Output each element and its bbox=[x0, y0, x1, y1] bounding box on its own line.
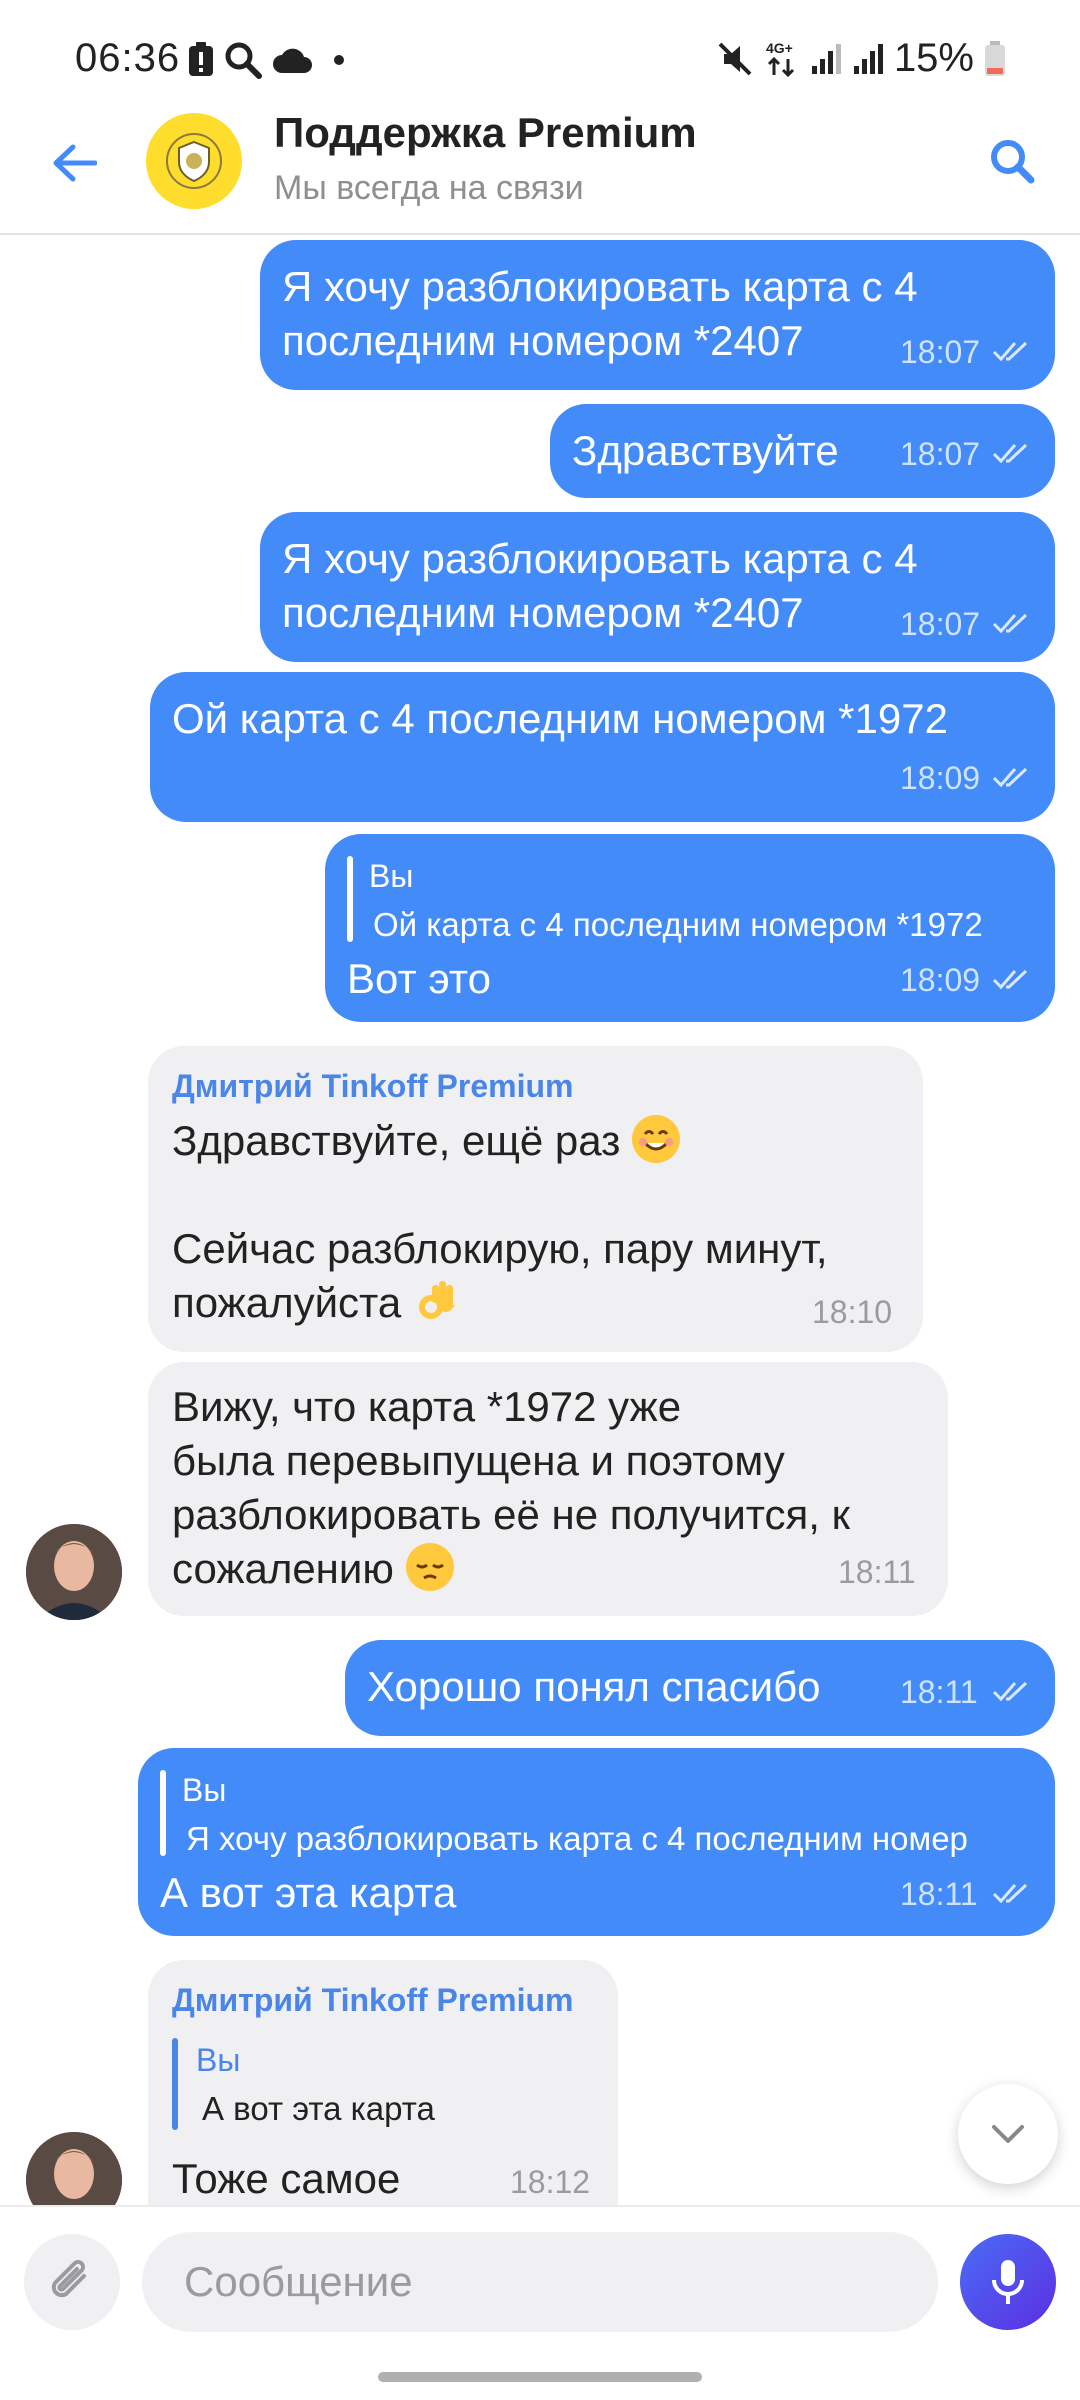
sender-name: Дмитрий Tinkoff Premium bbox=[172, 1982, 574, 2018]
message-text: Сейчас разблокирую, пару минут, bbox=[172, 1225, 828, 1272]
search-icon bbox=[225, 42, 262, 79]
scroll-to-bottom-button[interactable] bbox=[958, 2084, 1058, 2184]
message-time: 18:11 bbox=[900, 1876, 978, 1912]
chevron-down-icon bbox=[992, 2125, 1024, 2143]
status-time: 06:36 bbox=[75, 36, 181, 80]
sender-name: Дмитрий Tinkoff Premium bbox=[172, 1068, 574, 1104]
quote-bar bbox=[160, 1770, 166, 1856]
message-outgoing[interactable]: Хорошо понял спасибо 18:11 bbox=[345, 1640, 1055, 1736]
message-outgoing[interactable]: Я хочу разблокировать карта с 4 последни… bbox=[260, 512, 1055, 662]
message-incoming[interactable]: Дмитрий Tinkoff Premium Здравствуйте, ещ… bbox=[148, 1046, 923, 1352]
message-time: 18:10 bbox=[812, 1294, 893, 1330]
double-check-icon bbox=[992, 969, 1028, 990]
network-icon: 4G+ bbox=[766, 40, 794, 77]
pensive-face-emoji-icon bbox=[405, 1543, 454, 1591]
message-text: сожалению bbox=[172, 1542, 454, 1596]
message-time: 18:11 bbox=[900, 1674, 978, 1710]
double-check-icon bbox=[992, 613, 1028, 634]
chat-header: Поддержка Premium Мы всегда на связи bbox=[0, 105, 1080, 235]
battery-percent: 15% bbox=[893, 36, 974, 80]
status-bar: 06:36 4G+ 15% bbox=[0, 0, 1080, 120]
smiling-face-emoji-icon bbox=[632, 1115, 681, 1163]
shield-logo-icon bbox=[166, 133, 222, 189]
double-check-icon bbox=[992, 341, 1028, 362]
message-incoming-reply[interactable]: Дмитрий Tinkoff Premium Вы А вот эта кар… bbox=[148, 1960, 618, 2240]
message-input[interactable] bbox=[142, 2232, 938, 2332]
battery-icon bbox=[985, 40, 1005, 76]
message-text: Здравствуйте, ещё раз bbox=[172, 1114, 681, 1168]
message-text: Тоже самое bbox=[172, 2155, 401, 2202]
quote-bar bbox=[347, 856, 353, 942]
message-time: 18:11 bbox=[838, 1554, 916, 1590]
agent-avatar[interactable] bbox=[26, 1524, 122, 1620]
chat-title: Поддержка Premium bbox=[274, 109, 697, 156]
person-avatar-icon bbox=[26, 1524, 122, 1620]
message-text-line: сожалению bbox=[172, 1545, 394, 1592]
quote-author: Вы bbox=[196, 2042, 241, 2078]
message-text: Вот это bbox=[347, 955, 491, 1002]
message-text: Я хочу разблокировать карта с 4 bbox=[282, 263, 918, 310]
mute-icon bbox=[718, 42, 752, 75]
dot-icon bbox=[334, 55, 344, 65]
message-outgoing-reply[interactable]: Вы Ой карта с 4 последним номером *1972 … bbox=[325, 834, 1055, 1022]
message-time: 18:07 bbox=[900, 436, 981, 472]
message-text: Ой карта с 4 последним номером *1972 bbox=[172, 695, 948, 742]
message-text: пожалуйста bbox=[172, 1276, 461, 1330]
message-time: 18:07 bbox=[900, 606, 981, 642]
status-icons-left bbox=[188, 40, 354, 80]
message-outgoing-reply[interactable]: Вы Я хочу разблокировать карта с 4 после… bbox=[138, 1748, 1055, 1936]
message-time: 18:09 bbox=[900, 760, 981, 796]
message-outgoing[interactable]: Здравствуйте 18:07 bbox=[550, 404, 1055, 498]
message-time: 18:09 bbox=[900, 962, 981, 998]
message-text: Вижу, что карта *1972 уже bbox=[172, 1383, 682, 1430]
search-button[interactable] bbox=[982, 131, 1042, 191]
quote-text: Ой карта с 4 последним номером *1972 bbox=[373, 906, 983, 943]
double-check-icon bbox=[992, 443, 1028, 464]
status-icons-right: 4G+ 15% bbox=[716, 36, 1006, 81]
message-outgoing[interactable]: Ой карта с 4 последним номером *1972 18:… bbox=[150, 672, 1055, 822]
quote-author: Вы bbox=[369, 858, 414, 894]
back-button[interactable] bbox=[46, 135, 102, 191]
home-indicator[interactable] bbox=[378, 2372, 702, 2382]
message-text: Здравствуйте bbox=[572, 427, 839, 474]
message-text: была перевыпущена и поэтому bbox=[172, 1437, 785, 1484]
message-time: 18:07 bbox=[900, 334, 981, 370]
signal-icon bbox=[811, 43, 841, 74]
message-text: Хорошо понял спасибо bbox=[367, 1663, 821, 1710]
signal-icon bbox=[853, 43, 883, 74]
message-text-line: Здравствуйте, ещё раз bbox=[172, 1117, 621, 1164]
message-time: 18:12 bbox=[510, 2164, 591, 2200]
double-check-icon bbox=[992, 767, 1028, 788]
arrow-left-icon bbox=[53, 144, 97, 182]
microphone-icon bbox=[992, 2260, 1024, 2304]
message-outgoing[interactable]: Я хочу разблокировать карта с 4 последни… bbox=[260, 240, 1055, 390]
double-check-icon bbox=[992, 1883, 1028, 1904]
search-icon bbox=[991, 140, 1035, 184]
message-text: А вот эта карта bbox=[160, 1869, 457, 1916]
message-text: последним номером *2407 bbox=[282, 589, 804, 636]
quote-bar bbox=[172, 2038, 178, 2130]
message-text: Я хочу разблокировать карта с 4 bbox=[282, 535, 918, 582]
bank-logo-avatar[interactable] bbox=[146, 113, 242, 209]
svg-text:4G+: 4G+ bbox=[766, 40, 793, 56]
message-text: последним номером *2407 bbox=[282, 317, 804, 364]
double-check-icon bbox=[992, 1681, 1028, 1702]
message-incoming[interactable]: Вижу, что карта *1972 уже была перевыпущ… bbox=[148, 1362, 948, 1616]
cloud-icon bbox=[273, 48, 312, 73]
quote-text: А вот эта карта bbox=[202, 2090, 435, 2127]
message-text-line: пожалуйста bbox=[172, 1279, 402, 1326]
paperclip-icon bbox=[51, 2260, 86, 2298]
attach-button[interactable] bbox=[24, 2234, 120, 2330]
chat-subtitle: Мы всегда на связи bbox=[274, 169, 584, 207]
quote-text: Я хочу разблокировать карта с 4 последни… bbox=[186, 1820, 968, 1857]
alert-icon bbox=[189, 42, 213, 76]
message-text: разблокировать её не получится, к bbox=[172, 1491, 851, 1538]
quote-author: Вы bbox=[182, 1772, 227, 1808]
message-composer bbox=[0, 2205, 1080, 2400]
ok-hand-emoji-icon bbox=[413, 1277, 461, 1325]
voice-message-button[interactable] bbox=[960, 2234, 1056, 2330]
